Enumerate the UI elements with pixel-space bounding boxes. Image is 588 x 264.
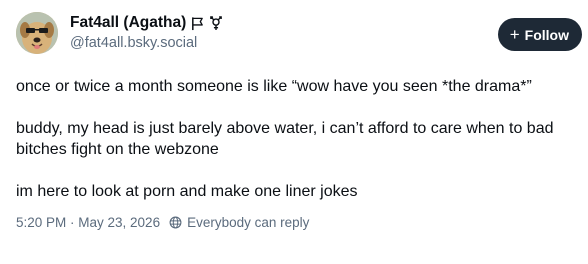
author-handle[interactable]: @fat4all.bsky.social [70, 35, 223, 51]
post-header: Fat4all (Agatha) @fat4all.bsky.social [16, 12, 572, 56]
post-text: once or twice a month someone is like “w… [16, 76, 572, 202]
follow-button-label: Follow [524, 26, 569, 43]
display-name-row: Fat4all (Agatha) [70, 14, 223, 32]
post-timestamp[interactable]: 5:20 PM · May 23, 2026 [16, 215, 160, 230]
globe-icon [169, 216, 182, 229]
transgender-symbol-icon [209, 15, 223, 31]
post-meta: 5:20 PM · May 23, 2026 Everybody can rep… [16, 215, 572, 230]
display-name[interactable]: Fat4all (Agatha) [70, 14, 186, 32]
post-paragraph: buddy, my head is just barely above wate… [16, 120, 554, 158]
avatar[interactable] [16, 12, 58, 54]
plus-icon: + [509, 24, 520, 44]
author-names: Fat4all (Agatha) @fat4all.bsky.social [70, 14, 223, 51]
reply-setting[interactable]: Everybody can reply [187, 215, 309, 230]
flag-icon [190, 16, 205, 31]
dog-avatar-image [16, 12, 58, 54]
follow-button[interactable]: + Follow [497, 18, 582, 51]
post-paragraph: im here to look at porn and make one lin… [16, 183, 358, 200]
post-paragraph: once or twice a month someone is like “w… [16, 78, 532, 95]
post-card: Fat4all (Agatha) @fat4all.bsky.social + … [0, 0, 588, 264]
